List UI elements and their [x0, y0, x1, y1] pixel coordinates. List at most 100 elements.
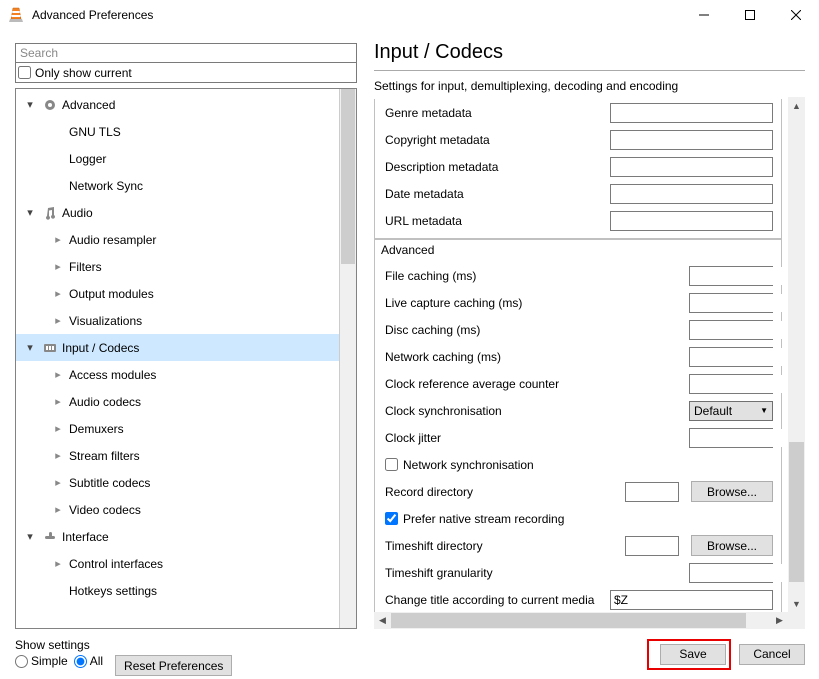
date-label: Date metadata	[375, 187, 610, 201]
tree-network-sync[interactable]: Network Sync	[16, 172, 339, 199]
only-show-current-label: Only show current	[35, 66, 132, 80]
prefer-native-checkbox[interactable]	[385, 512, 398, 525]
caret-icon[interactable]	[50, 476, 66, 489]
cancel-button[interactable]: Cancel	[739, 644, 805, 665]
disc-caching-label: Disc caching (ms)	[375, 323, 689, 337]
radio-simple[interactable]: Simple	[15, 654, 68, 668]
save-button[interactable]: Save	[660, 644, 726, 665]
tree-filters[interactable]: Filters	[16, 253, 339, 280]
caret-icon[interactable]	[50, 422, 66, 435]
caret-icon[interactable]	[50, 233, 66, 246]
tree-input-codecs[interactable]: Input / Codecs	[16, 334, 339, 361]
record-dir-input[interactable]	[625, 482, 679, 502]
caret-icon[interactable]	[50, 260, 66, 273]
tree-demuxers[interactable]: Demuxers	[16, 415, 339, 442]
tree-control-interfaces[interactable]: Control interfaces	[16, 550, 339, 577]
tree-access-modules[interactable]: Access modules	[16, 361, 339, 388]
minimize-button[interactable]	[681, 0, 727, 30]
description-input[interactable]	[610, 157, 773, 177]
caret-icon[interactable]	[50, 368, 66, 381]
record-dir-browse-button[interactable]: Browse...	[691, 481, 773, 502]
tree-audio[interactable]: Audio	[16, 199, 339, 226]
caret-icon[interactable]	[22, 206, 38, 219]
clock-sync-label: Clock synchronisation	[375, 404, 689, 418]
file-caching-label: File caching (ms)	[375, 269, 689, 283]
reset-preferences-button[interactable]: Reset Preferences	[115, 655, 232, 676]
network-sync-label: Network synchronisation	[403, 458, 534, 472]
file-caching-spin[interactable]: ▲▼	[689, 266, 773, 286]
copyright-label: Copyright metadata	[375, 133, 610, 147]
tree-advanced[interactable]: Advanced	[16, 91, 339, 118]
tree-gnu-tls[interactable]: GNU TLS	[16, 118, 339, 145]
bottom-bar: Show settings Simple All Reset Preferenc…	[0, 629, 819, 679]
preferences-tree[interactable]: Advanced GNU TLS Logger Network Sync Aud…	[16, 89, 339, 628]
right-panel: Input / Codecs Settings for input, demul…	[360, 30, 819, 629]
timeshift-gran-spin[interactable]: ▲▼	[689, 563, 773, 583]
genre-label: Genre metadata	[375, 106, 610, 120]
record-dir-label: Record directory	[375, 485, 625, 499]
copyright-input[interactable]	[610, 130, 773, 150]
description-label: Description metadata	[375, 160, 610, 174]
network-sync-checkbox[interactable]	[385, 458, 398, 471]
caret-icon[interactable]	[50, 557, 66, 570]
genre-input[interactable]	[610, 103, 773, 123]
caret-icon[interactable]	[50, 287, 66, 300]
save-highlight: Save	[647, 639, 731, 670]
tree-output-modules[interactable]: Output modules	[16, 280, 339, 307]
live-caching-spin[interactable]: ▲▼	[689, 293, 773, 313]
tree-audio-codecs[interactable]: Audio codecs	[16, 388, 339, 415]
search-input[interactable]: Search	[15, 43, 357, 63]
tree-scrollbar[interactable]	[339, 89, 356, 628]
timeshift-dir-input[interactable]	[625, 536, 679, 556]
radio-all[interactable]: All	[74, 654, 103, 668]
close-button[interactable]	[773, 0, 819, 30]
timeshift-gran-label: Timeshift granularity	[375, 566, 689, 580]
change-title-input[interactable]	[610, 590, 773, 610]
page-title: Input / Codecs	[374, 41, 805, 71]
change-title-label: Change title according to current media	[375, 593, 610, 607]
tree-hotkeys-settings[interactable]: Hotkeys settings	[16, 577, 339, 604]
caret-icon[interactable]	[50, 395, 66, 408]
url-input[interactable]	[610, 211, 773, 231]
tree-video-codecs[interactable]: Video codecs	[16, 496, 339, 523]
disc-caching-spin[interactable]: ▲▼	[689, 320, 773, 340]
only-show-current-checkbox[interactable]	[18, 66, 31, 79]
titlebar: Advanced Preferences	[0, 0, 819, 30]
codecs-icon	[41, 341, 59, 355]
only-show-current-row[interactable]: Only show current	[15, 63, 357, 83]
live-caching-label: Live capture caching (ms)	[375, 296, 689, 310]
vlc-icon	[8, 7, 24, 23]
tree-audio-resampler[interactable]: Audio resampler	[16, 226, 339, 253]
clock-jitter-spin[interactable]: ▲▼	[689, 428, 773, 448]
prefer-native-label: Prefer native stream recording	[403, 512, 564, 526]
network-caching-label: Network caching (ms)	[375, 350, 689, 364]
date-input[interactable]	[610, 184, 773, 204]
music-icon	[41, 206, 59, 220]
url-label: URL metadata	[375, 214, 610, 228]
timeshift-dir-label: Timeshift directory	[375, 539, 625, 553]
clock-ref-spin[interactable]: ▲▼	[689, 374, 773, 394]
tree-stream-filters[interactable]: Stream filters	[16, 442, 339, 469]
caret-icon[interactable]	[50, 314, 66, 327]
clock-jitter-label: Clock jitter	[375, 431, 689, 445]
tree-visualizations[interactable]: Visualizations	[16, 307, 339, 334]
caret-icon[interactable]	[22, 341, 38, 354]
clock-sync-combo[interactable]: Default▼	[689, 401, 773, 421]
maximize-button[interactable]	[727, 0, 773, 30]
tree-subtitle-codecs[interactable]: Subtitle codecs	[16, 469, 339, 496]
page-description: Settings for input, demultiplexing, deco…	[374, 79, 805, 93]
advanced-section: Advanced	[374, 239, 782, 260]
network-caching-spin[interactable]: ▲▼	[689, 347, 773, 367]
caret-icon[interactable]	[22, 530, 38, 543]
content-v-scrollbar[interactable]: ▲▼	[788, 97, 805, 612]
caret-icon[interactable]	[50, 503, 66, 516]
tree-interface[interactable]: Interface	[16, 523, 339, 550]
caret-icon[interactable]	[22, 98, 38, 111]
content-h-scrollbar[interactable]: ◀▶	[374, 612, 805, 629]
tree-logger[interactable]: Logger	[16, 145, 339, 172]
show-settings-label: Show settings	[15, 638, 103, 652]
clock-ref-label: Clock reference average counter	[375, 377, 689, 391]
timeshift-dir-browse-button[interactable]: Browse...	[691, 535, 773, 556]
caret-icon[interactable]	[50, 449, 66, 462]
window-title: Advanced Preferences	[32, 8, 681, 22]
